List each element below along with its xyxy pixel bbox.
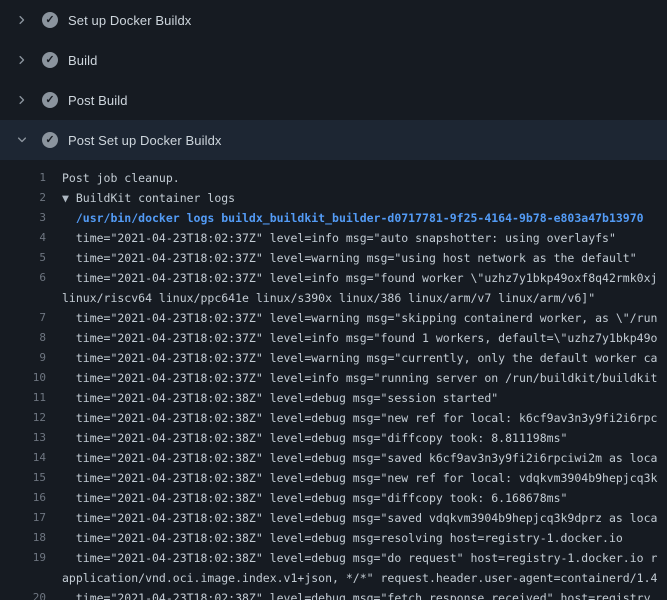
log-text: time="2021-04-23T18:02:37Z" level=warnin… — [62, 248, 667, 268]
log-text: time="2021-04-23T18:02:38Z" level=debug … — [62, 488, 667, 508]
line-number[interactable]: 10 — [0, 368, 46, 388]
log-row: application/vnd.oci.image.index.v1+json,… — [0, 568, 667, 588]
line-number[interactable]: 16 — [0, 488, 46, 508]
log-row: 5 time="2021-04-23T18:02:37Z" level=warn… — [0, 248, 667, 268]
log-text: time="2021-04-23T18:02:38Z" level=debug … — [62, 468, 667, 488]
log-row: 4 time="2021-04-23T18:02:37Z" level=info… — [0, 228, 667, 248]
line-number — [0, 568, 46, 588]
chevron-down-icon — [16, 134, 42, 146]
log-row: 10 time="2021-04-23T18:02:37Z" level=inf… — [0, 368, 667, 388]
line-number[interactable]: 19 — [0, 548, 46, 568]
log-text: application/vnd.oci.image.index.v1+json,… — [62, 568, 667, 588]
log-text: time="2021-04-23T18:02:37Z" level=warnin… — [62, 348, 667, 368]
line-number[interactable]: 20 — [0, 588, 46, 600]
log-row: 13 time="2021-04-23T18:02:38Z" level=deb… — [0, 428, 667, 448]
log-row: 2 ▼ BuildKit container logs — [0, 188, 667, 208]
section-header-build[interactable]: ✓ Build — [0, 40, 667, 80]
line-number[interactable]: 11 — [0, 388, 46, 408]
section-title: Build — [68, 53, 97, 68]
check-circle-icon: ✓ — [42, 12, 58, 28]
line-number[interactable]: 1 — [0, 168, 46, 188]
log-text: time="2021-04-23T18:02:38Z" level=debug … — [62, 508, 667, 528]
log-row: 3 /usr/bin/docker logs buildx_buildkit_b… — [0, 208, 667, 228]
line-number[interactable]: 7 — [0, 308, 46, 328]
line-number[interactable]: 18 — [0, 528, 46, 548]
log-row: 17 time="2021-04-23T18:02:38Z" level=deb… — [0, 508, 667, 528]
log-row: linux/riscv64 linux/ppc641e linux/s390x … — [0, 288, 667, 308]
log-row: 8 time="2021-04-23T18:02:37Z" level=info… — [0, 328, 667, 348]
log-text: time="2021-04-23T18:02:37Z" level=warnin… — [62, 308, 667, 328]
log-text: time="2021-04-23T18:02:38Z" level=debug … — [62, 588, 667, 600]
log-row: 12 time="2021-04-23T18:02:38Z" level=deb… — [0, 408, 667, 428]
command-text: /usr/bin/docker logs buildx_buildkit_bui… — [62, 208, 667, 228]
line-number[interactable]: 12 — [0, 408, 46, 428]
log-text: linux/riscv64 linux/ppc641e linux/s390x … — [62, 288, 667, 308]
line-number[interactable]: 8 — [0, 328, 46, 348]
chevron-right-icon — [16, 14, 42, 26]
log-text: Post job cleanup. — [62, 168, 667, 188]
log-row: 18 time="2021-04-23T18:02:38Z" level=deb… — [0, 528, 667, 548]
log-row: 16 time="2021-04-23T18:02:38Z" level=deb… — [0, 488, 667, 508]
line-number[interactable]: 4 — [0, 228, 46, 248]
log-row: 1 Post job cleanup. — [0, 168, 667, 188]
check-circle-icon: ✓ — [42, 52, 58, 68]
line-number[interactable]: 17 — [0, 508, 46, 528]
line-number[interactable]: 6 — [0, 268, 46, 288]
line-number[interactable]: 13 — [0, 428, 46, 448]
section-header-set-up-docker-buildx[interactable]: ✓ Set up Docker Buildx — [0, 0, 667, 40]
log-text: time="2021-04-23T18:02:37Z" level=info m… — [62, 228, 667, 248]
check-circle-icon: ✓ — [42, 92, 58, 108]
line-number[interactable]: 14 — [0, 448, 46, 468]
section-title: Set up Docker Buildx — [68, 13, 191, 28]
log-viewer: ✓ Set up Docker Buildx ✓ Build ✓ Post Build ✓ P… — [0, 0, 667, 600]
group-toggle-icon[interactable]: ▼ — [62, 191, 76, 205]
log-row: 9 time="2021-04-23T18:02:37Z" level=warn… — [0, 348, 667, 368]
line-number[interactable]: 3 — [0, 208, 46, 228]
log-text: time="2021-04-23T18:02:38Z" level=debug … — [62, 448, 667, 468]
line-number — [0, 288, 46, 308]
section-header-post-set-up-docker-buildx[interactable]: ✓ Post Set up Docker Buildx — [0, 120, 667, 160]
section-title: Post Build — [68, 93, 128, 108]
line-number[interactable]: 2 — [0, 188, 46, 208]
log-row: 20 time="2021-04-23T18:02:38Z" level=deb… — [0, 588, 667, 600]
log-row: 11 time="2021-04-23T18:02:38Z" level=deb… — [0, 388, 667, 408]
log-row: 14 time="2021-04-23T18:02:38Z" level=deb… — [0, 448, 667, 468]
chevron-right-icon — [16, 54, 42, 66]
log-text: time="2021-04-23T18:02:38Z" level=debug … — [62, 388, 667, 408]
log-text: time="2021-04-23T18:02:37Z" level=info m… — [62, 328, 667, 348]
log-text: time="2021-04-23T18:02:37Z" level=info m… — [62, 268, 667, 288]
log-text: ▼ BuildKit container logs — [62, 188, 667, 208]
line-number[interactable]: 9 — [0, 348, 46, 368]
log-row: 6 time="2021-04-23T18:02:37Z" level=info… — [0, 268, 667, 288]
line-number[interactable]: 5 — [0, 248, 46, 268]
section-header-post-build[interactable]: ✓ Post Build — [0, 80, 667, 120]
log-text: time="2021-04-23T18:02:38Z" level=debug … — [62, 528, 667, 548]
log-body: 1 Post job cleanup. 2 ▼ BuildKit container … — [0, 160, 667, 600]
log-text: time="2021-04-23T18:02:38Z" level=debug … — [62, 408, 667, 428]
log-row: 15 time="2021-04-23T18:02:38Z" level=deb… — [0, 468, 667, 488]
sections: ✓ Set up Docker Buildx ✓ Build ✓ Post Build ✓ P… — [0, 0, 667, 160]
log-row: 7 time="2021-04-23T18:02:37Z" level=warn… — [0, 308, 667, 328]
log-row: 19 time="2021-04-23T18:02:38Z" level=deb… — [0, 548, 667, 568]
log-text: time="2021-04-23T18:02:38Z" level=debug … — [62, 548, 667, 568]
log-text: time="2021-04-23T18:02:38Z" level=debug … — [62, 428, 667, 448]
chevron-right-icon — [16, 94, 42, 106]
line-number[interactable]: 15 — [0, 468, 46, 488]
log-text: time="2021-04-23T18:02:37Z" level=info m… — [62, 368, 667, 388]
section-title: Post Set up Docker Buildx — [68, 133, 222, 148]
check-circle-icon: ✓ — [42, 132, 58, 148]
